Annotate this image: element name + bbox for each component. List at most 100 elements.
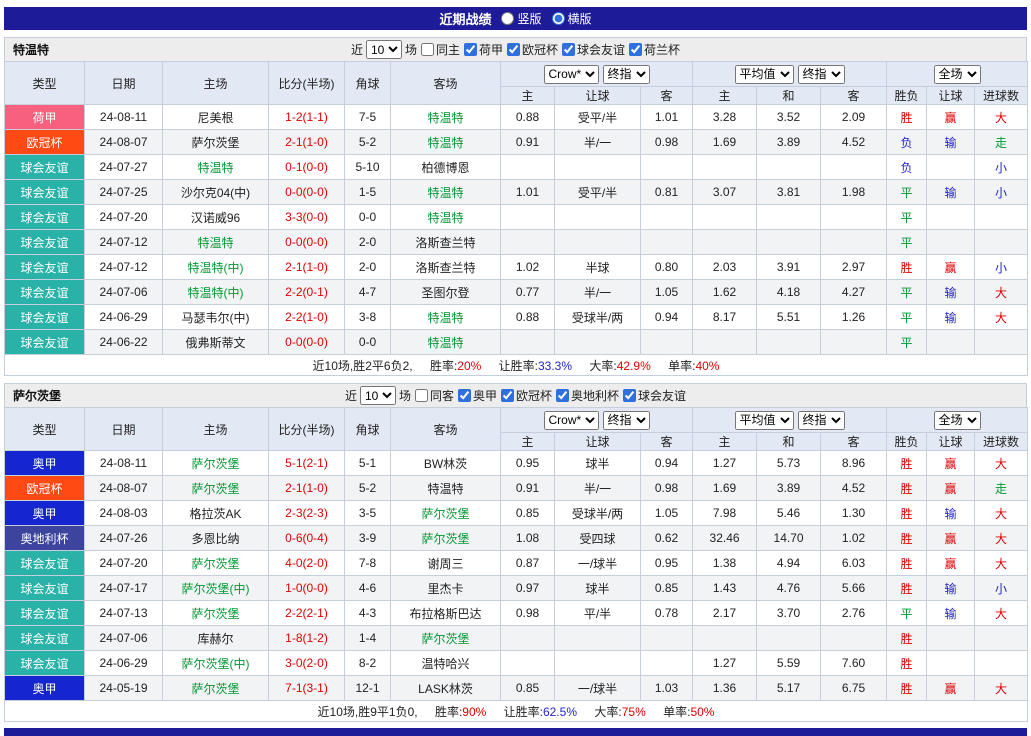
away-team[interactable]: 特温特 [391,330,501,355]
same-venue-filter[interactable]: 同客 [414,387,454,404]
final-index-select-2[interactable]: 终指 [798,65,845,84]
league-checkbox-1[interactable] [507,43,520,56]
home-team[interactable]: 萨尔茨堡(中) [163,576,269,601]
away-team[interactable]: 萨尔茨堡 [391,501,501,526]
league-filter-0[interactable]: 荷甲 [463,41,503,58]
league-filter-3[interactable]: 球会友谊 [622,387,686,404]
home-team[interactable]: 特温特(中) [163,255,269,280]
home-team[interactable]: 萨尔茨堡 [163,601,269,626]
home-team[interactable]: 萨尔茨堡 [163,551,269,576]
away-team[interactable]: 特温特 [391,180,501,205]
away-team[interactable]: 柏德博恩 [391,155,501,180]
horizontal-radio[interactable] [552,12,565,25]
match-score[interactable]: 2-1(1-0) [269,255,345,280]
match-score[interactable]: 3-0(2-0) [269,651,345,676]
home-team[interactable]: 格拉茨AK [163,501,269,526]
league-checkbox-2[interactable] [556,389,569,402]
match-score[interactable]: 3-3(0-0) [269,205,345,230]
home-team[interactable]: 特温特 [163,155,269,180]
match-count-select[interactable]: 10 [366,40,402,59]
home-team[interactable]: 多恩比纳 [163,526,269,551]
away-team[interactable]: 洛斯查兰特 [391,255,501,280]
corner-count: 0-0 [345,330,391,355]
away-team[interactable]: 萨尔茨堡 [391,526,501,551]
match-score[interactable]: 1-8(1-2) [269,626,345,651]
home-team[interactable]: 尼美根 [163,105,269,130]
away-team[interactable]: 布拉格斯巴达 [391,601,501,626]
match-score[interactable]: 0-6(0-4) [269,526,345,551]
bookmaker-select[interactable]: Crow* [544,65,599,84]
league-checkbox-0[interactable] [464,43,477,56]
col-avg-draw: 和 [757,87,821,105]
average-select[interactable]: 平均值 [735,411,794,430]
match-score[interactable]: 2-2(2-1) [269,601,345,626]
match-score[interactable]: 2-2(1-0) [269,305,345,330]
league-checkbox-3[interactable] [623,389,636,402]
view-option-vertical[interactable]: 竖版 [501,10,541,27]
league-filter-1[interactable]: 欧冠杯 [500,387,552,404]
home-team[interactable]: 俄弗斯蒂文 [163,330,269,355]
away-team[interactable]: 里杰卡 [391,576,501,601]
match-score[interactable]: 0-1(0-0) [269,155,345,180]
away-team[interactable]: 特温特 [391,205,501,230]
match-score[interactable]: 4-0(2-0) [269,551,345,576]
final-index-select[interactable]: 终指 [603,65,650,84]
bookmaker-select[interactable]: Crow* [544,411,599,430]
away-team[interactable]: 特温特 [391,105,501,130]
home-team[interactable]: 萨尔茨堡 [163,130,269,155]
match-score[interactable]: 2-3(2-3) [269,501,345,526]
home-team[interactable]: 汉诺威96 [163,205,269,230]
away-team[interactable]: LASK林茨 [391,676,501,701]
league-filter-0[interactable]: 奥甲 [457,387,497,404]
final-index-select-2[interactable]: 终指 [798,411,845,430]
league-filter-1[interactable]: 欧冠杯 [506,41,558,58]
home-team[interactable]: 马瑟韦尔(中) [163,305,269,330]
away-team[interactable]: 萨尔茨堡 [391,626,501,651]
league-checkbox-2[interactable] [562,43,575,56]
away-team[interactable]: 圣图尔登 [391,280,501,305]
match-score[interactable]: 0-0(0-0) [269,330,345,355]
same-venue-filter[interactable]: 同主 [420,41,460,58]
fulltime-select[interactable]: 全场 [934,65,981,84]
vertical-radio[interactable] [501,12,514,25]
match-score[interactable]: 7-1(3-1) [269,676,345,701]
away-team[interactable]: 特温特 [391,130,501,155]
same-venue-checkbox[interactable] [421,43,434,56]
league-filter-2[interactable]: 球会友谊 [561,41,625,58]
final-index-select[interactable]: 终指 [603,411,650,430]
home-team[interactable]: 特温特(中) [163,280,269,305]
average-select[interactable]: 平均值 [735,65,794,84]
view-option-horizontal[interactable]: 横版 [552,10,592,27]
fulltime-select[interactable]: 全场 [934,411,981,430]
away-team[interactable]: 洛斯查兰特 [391,230,501,255]
away-team[interactable]: 谢周三 [391,551,501,576]
league-checkbox-3[interactable] [629,43,642,56]
match-score[interactable]: 2-1(1-0) [269,476,345,501]
league-filter-2[interactable]: 奥地利杯 [555,387,619,404]
away-team[interactable]: 特温特 [391,476,501,501]
odds-away: 0.98 [641,130,693,155]
match-score[interactable]: 5-1(2-1) [269,451,345,476]
away-team[interactable]: 温特哈兴 [391,651,501,676]
match-score[interactable]: 1-2(1-1) [269,105,345,130]
home-team[interactable]: 沙尔克04(中) [163,180,269,205]
league-filter-3[interactable]: 荷兰杯 [628,41,680,58]
home-team[interactable]: 萨尔茨堡(中) [163,651,269,676]
away-team[interactable]: BW林茨 [391,451,501,476]
match-score[interactable]: 1-0(0-0) [269,576,345,601]
home-team[interactable]: 库赫尔 [163,626,269,651]
away-team[interactable]: 特温特 [391,305,501,330]
home-team[interactable]: 萨尔茨堡 [163,676,269,701]
home-team[interactable]: 萨尔茨堡 [163,476,269,501]
home-team[interactable]: 萨尔茨堡 [163,451,269,476]
league-checkbox-0[interactable] [458,389,471,402]
match-score[interactable]: 0-0(0-0) [269,230,345,255]
match-count-select[interactable]: 10 [360,386,396,405]
league-type-badge: 球会友谊 [5,180,85,205]
match-score[interactable]: 2-2(0-1) [269,280,345,305]
league-checkbox-1[interactable] [501,389,514,402]
match-score[interactable]: 0-0(0-0) [269,180,345,205]
match-score[interactable]: 2-1(1-0) [269,130,345,155]
home-team[interactable]: 特温特 [163,230,269,255]
same-venue-checkbox[interactable] [415,389,428,402]
